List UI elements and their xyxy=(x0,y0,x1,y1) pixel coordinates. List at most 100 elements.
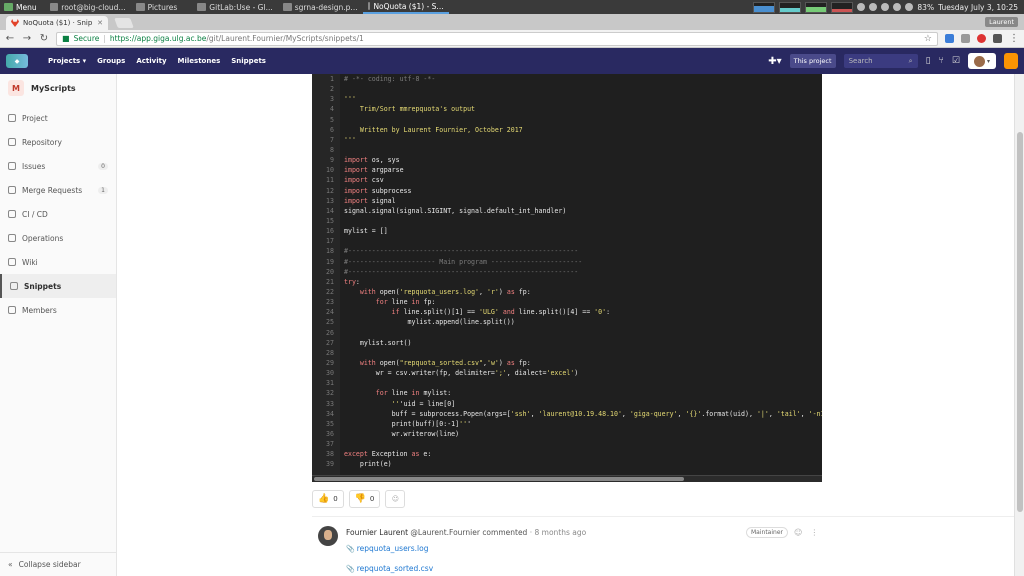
sidebar-item-repository[interactable]: Repository xyxy=(0,130,116,154)
line-number[interactable]: 15 xyxy=(312,216,334,226)
line-number[interactable]: 5 xyxy=(312,115,334,125)
merge-request-icon[interactable]: ⑂ xyxy=(939,56,944,66)
volume-icon[interactable] xyxy=(893,3,902,11)
help-button[interactable] xyxy=(1004,53,1018,69)
extension-download-icon[interactable] xyxy=(961,34,970,43)
bluetooth-icon[interactable] xyxy=(869,3,878,11)
line-number[interactable]: 16 xyxy=(312,226,334,236)
search-input[interactable]: Search ⌕ xyxy=(843,54,918,68)
add-reaction-button[interactable]: ☺ xyxy=(385,490,406,508)
line-number[interactable]: 13 xyxy=(312,196,334,206)
os-task-pictures[interactable]: Pictures xyxy=(131,0,183,14)
line-number[interactable]: 2 xyxy=(312,84,334,94)
sidebar-item-ci-cd[interactable]: CI / CD xyxy=(0,202,116,226)
line-number[interactable]: 10 xyxy=(312,165,334,175)
line-number[interactable]: 1 xyxy=(312,74,334,84)
line-number[interactable]: 37 xyxy=(312,439,334,449)
line-number[interactable]: 17 xyxy=(312,236,334,246)
os-task-terminal[interactable]: root@big-cloud... xyxy=(45,0,131,14)
comment-time[interactable]: · 8 months ago xyxy=(530,528,587,537)
line-number[interactable]: 3 xyxy=(312,94,334,104)
line-number[interactable]: 25 xyxy=(312,317,334,327)
bookmark-star-icon[interactable]: ☆ xyxy=(924,34,932,44)
extension-record-icon[interactable] xyxy=(977,34,986,43)
reload-icon[interactable]: ↻ xyxy=(39,33,49,44)
new-item-plus-icon[interactable]: ✚▾ xyxy=(768,56,781,67)
code-horizontal-scrollbar[interactable] xyxy=(312,475,822,482)
sidebar-item-members[interactable]: Members xyxy=(0,298,116,322)
browser-tab-active[interactable]: NoQuota ($1) · Snippets ✕ xyxy=(6,16,108,30)
os-task-noquota[interactable]: NoQuota ($1) - S... xyxy=(362,0,449,14)
page-vertical-scrollbar[interactable] xyxy=(1014,74,1024,576)
attachment-link[interactable]: 📎 repquota_users.log xyxy=(346,544,429,553)
line-number[interactable]: 26 xyxy=(312,328,334,338)
comment-author-avatar[interactable] xyxy=(318,526,338,546)
browser-profile-badge[interactable]: Laurent xyxy=(985,17,1018,27)
line-number[interactable]: 28 xyxy=(312,348,334,358)
sidebar-item-operations[interactable]: Operations xyxy=(0,226,116,250)
address-bar[interactable]: ■ Secure | https://app.giga.ulg.ac.be/gi… xyxy=(56,31,938,46)
os-menu-button[interactable]: Menu xyxy=(0,3,45,12)
line-number[interactable]: 30 xyxy=(312,368,334,378)
search-scope[interactable]: This project xyxy=(789,54,836,68)
line-number[interactable]: 6 xyxy=(312,125,334,135)
line-number[interactable]: 27 xyxy=(312,338,334,348)
comment-author-handle[interactable]: @Laurent.Fournier xyxy=(410,528,480,537)
comment-author-name[interactable]: Fournier Laurent xyxy=(346,528,408,537)
os-task-sgrna[interactable]: sgrna-design.p... xyxy=(278,0,363,14)
forward-arrow-icon[interactable]: → xyxy=(22,33,32,44)
line-number[interactable]: 35 xyxy=(312,419,334,429)
thumbs-down-award-button[interactable]: 👎 0 xyxy=(348,490,381,508)
line-number[interactable]: 22 xyxy=(312,287,334,297)
line-number[interactable]: 18 xyxy=(312,246,334,256)
line-number[interactable]: 7 xyxy=(312,135,334,145)
line-number[interactable]: 23 xyxy=(312,297,334,307)
sidebar-panel-icon[interactable]: ▯ xyxy=(926,56,931,66)
add-reaction-icon[interactable]: ☺ xyxy=(794,528,802,537)
line-number[interactable]: 34 xyxy=(312,409,334,419)
line-number[interactable]: 12 xyxy=(312,186,334,196)
new-tab-button[interactable] xyxy=(114,18,134,28)
line-number[interactable]: 36 xyxy=(312,429,334,439)
clock[interactable]: Tuesday July 3, 10:25 xyxy=(938,3,1018,12)
wifi-icon[interactable] xyxy=(881,3,890,11)
extension-mail-icon[interactable] xyxy=(945,34,954,43)
line-number[interactable]: 19 xyxy=(312,257,334,267)
nav-projects[interactable]: Projects ▾ xyxy=(48,57,86,65)
line-number[interactable]: 20 xyxy=(312,267,334,277)
user-menu-button[interactable]: ▾ xyxy=(968,53,996,69)
browser-menu-icon[interactable]: ⋮ xyxy=(1009,33,1019,44)
line-number[interactable]: 33 xyxy=(312,399,334,409)
nav-groups[interactable]: Groups xyxy=(97,57,125,65)
nav-milestones[interactable]: Milestones xyxy=(178,57,221,65)
nav-activity[interactable]: Activity xyxy=(136,57,166,65)
line-number[interactable]: 8 xyxy=(312,145,334,155)
more-actions-icon[interactable]: ⋮ xyxy=(810,528,818,537)
line-number[interactable]: 32 xyxy=(312,388,334,398)
os-task-gitlab[interactable]: GitLab:Use - Gl... xyxy=(192,0,277,14)
todo-check-icon[interactable]: ☑ xyxy=(952,56,960,66)
sidebar-project-header[interactable]: M MyScripts xyxy=(0,74,116,106)
battery-icon[interactable] xyxy=(905,3,914,11)
shield-icon[interactable] xyxy=(857,3,866,11)
line-number[interactable]: 14 xyxy=(312,206,334,216)
nav-snippets[interactable]: Snippets xyxy=(231,57,266,65)
close-tab-icon[interactable]: ✕ xyxy=(97,19,103,27)
line-number[interactable]: 29 xyxy=(312,358,334,368)
sidebar-item-merge-requests[interactable]: Merge Requests 1 xyxy=(0,178,116,202)
line-number[interactable]: 9 xyxy=(312,155,334,165)
collapse-sidebar-button[interactable]: « Collapse sidebar xyxy=(0,552,117,576)
sidebar-item-issues[interactable]: Issues 0 xyxy=(0,154,116,178)
sidebar-item-wiki[interactable]: Wiki xyxy=(0,250,116,274)
line-number[interactable]: 21 xyxy=(312,277,334,287)
extension-s-icon[interactable] xyxy=(993,34,1002,43)
line-number[interactable]: 38 xyxy=(312,449,334,459)
line-number[interactable]: 31 xyxy=(312,378,334,388)
gitlab-logo[interactable]: ◆ xyxy=(6,54,28,68)
attachment-link[interactable]: 📎 repquota_sorted.csv xyxy=(346,564,433,573)
thumbs-up-award-button[interactable]: 👍 0 xyxy=(312,490,344,508)
sidebar-item-project[interactable]: Project xyxy=(0,106,116,130)
line-number[interactable]: 39 xyxy=(312,459,334,469)
line-number[interactable]: 4 xyxy=(312,104,334,114)
line-number[interactable]: 24 xyxy=(312,307,334,317)
